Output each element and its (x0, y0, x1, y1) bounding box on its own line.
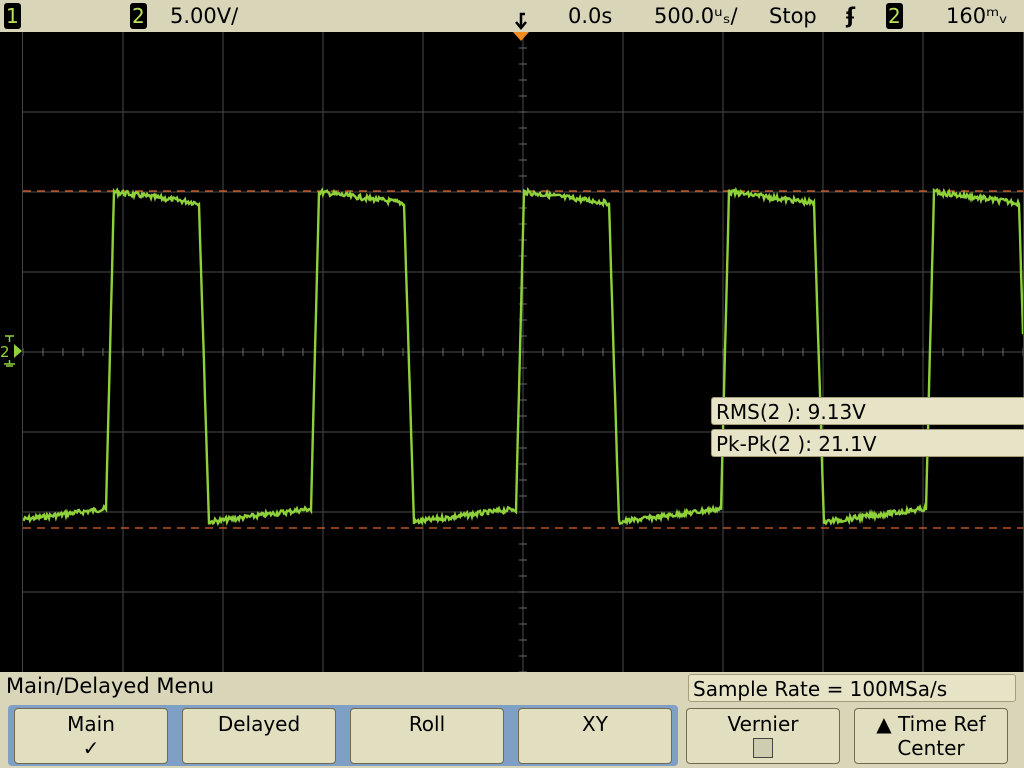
measurement-pk-pk: Pk-Pk(2 ): 21.1V (711, 429, 1024, 457)
time-ref-value: Center (897, 736, 965, 760)
vernier-checkbox[interactable] (753, 738, 773, 758)
xy-label: XY (582, 712, 608, 736)
xy-mode-button[interactable]: XY (518, 708, 672, 764)
trigger-point-marker (513, 32, 529, 41)
trigger-position-icon (515, 12, 527, 30)
menu-title: Main/Delayed Menu (6, 674, 215, 698)
waveform-trace (23, 186, 1023, 527)
delayed-mode-button[interactable]: Delayed (182, 708, 336, 764)
vernier-label: Vernier (727, 712, 799, 736)
measurement-rms: RMS(2 ): 9.13V (711, 397, 1024, 425)
vernier-button[interactable]: Vernier (686, 708, 840, 764)
channel-2-ground-icon[interactable]: 2 (0, 334, 24, 368)
channel-2-waveform (23, 186, 1023, 527)
sample-rate: Sample Rate = 100MSa/s (688, 674, 1016, 702)
time-ref-label: ▲ Time Ref (876, 712, 986, 736)
delayed-label: Delayed (217, 712, 301, 736)
trigger-channel: 2 (886, 3, 903, 29)
roll-mode-button[interactable]: Roll (350, 708, 504, 764)
run-state: Stop (769, 4, 817, 28)
ground-marker-label: 2 (0, 343, 10, 361)
volts-per-div: 5.00V/ (170, 4, 239, 28)
time-ref-button[interactable]: ▲ Time Ref Center (854, 708, 1008, 764)
time-delay: 0.0s (568, 4, 613, 28)
main-mode-button[interactable]: Main ✓ (14, 708, 168, 764)
roll-label: Roll (408, 712, 446, 736)
softkey-menu: Main/Delayed Menu Sample Rate = 100MSa/s… (0, 672, 1024, 768)
time-per-div: 500.0ᵘₛ/ (654, 4, 738, 28)
trigger-level: 160ᵐᵥ (946, 4, 1008, 28)
check-icon: ✓ (82, 736, 100, 760)
status-bar: 1 2 5.00V/ 0.0s 500.0ᵘₛ/ Stop ʄ 2 160ᵐᵥ (0, 0, 1024, 32)
main-label: Main (67, 712, 115, 736)
channel-2-indicator[interactable]: 2 (130, 3, 147, 29)
trigger-slope-icon: ʄ (846, 4, 856, 28)
channel-1-indicator[interactable]: 1 (4, 3, 21, 29)
waveform-display: RMS(2 ): 9.13V Pk-Pk(2 ): 21.1V (22, 32, 1024, 672)
